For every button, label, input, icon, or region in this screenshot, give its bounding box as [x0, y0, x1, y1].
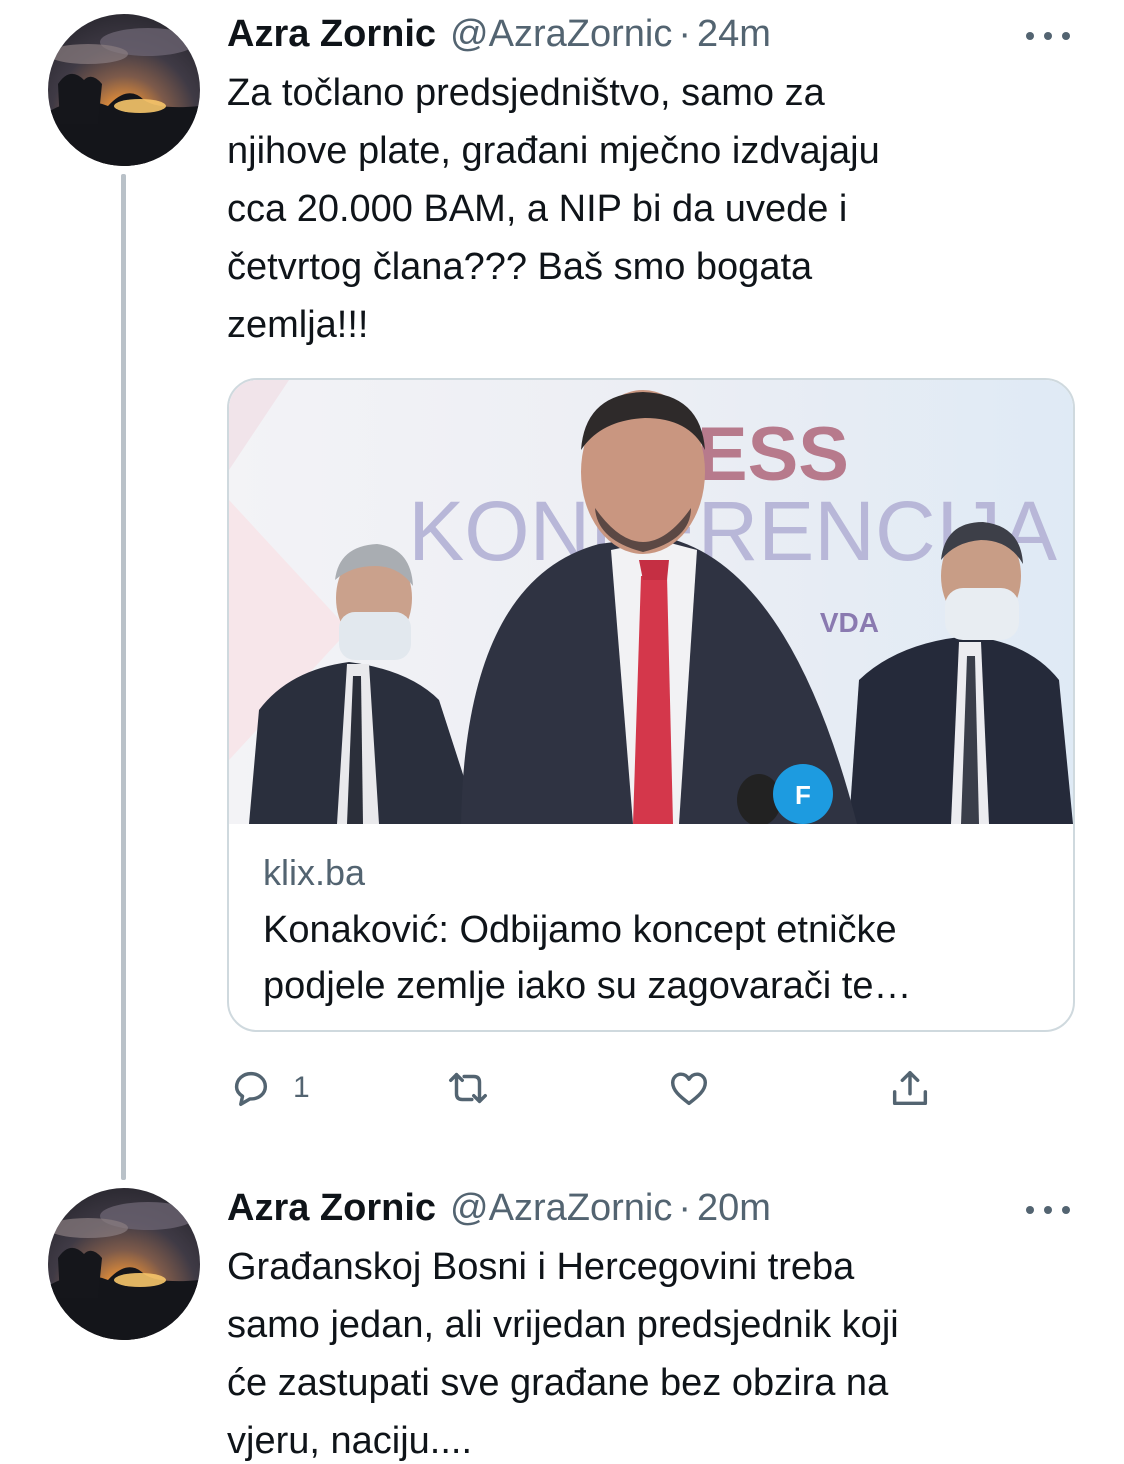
link-domain: klix.ba: [263, 852, 366, 893]
retweet-icon: [443, 1065, 493, 1111]
more-options-icon[interactable]: [1026, 26, 1070, 46]
tweet[interactable]: Azra Zornic @AzraZornic · 20m Građanskoj…: [0, 1180, 1124, 1464]
comment-icon: [227, 1065, 273, 1111]
author-avatar[interactable]: [48, 14, 200, 166]
author-display-name[interactable]: Azra Zornic: [227, 1187, 436, 1230]
share-icon: [887, 1065, 933, 1111]
tweet-timestamp[interactable]: 20m: [697, 1187, 771, 1230]
thread-connector-line: [121, 174, 126, 1180]
reply-count: 1: [293, 1071, 310, 1104]
tweet-text: Građanskoj Bosni i Hercegovini treba sam…: [227, 1246, 899, 1462]
tweet[interactable]: Azra Zornic @AzraZornic · 24m Za točlano…: [0, 0, 1124, 1180]
author-avatar[interactable]: [48, 1188, 200, 1340]
retweet-button[interactable]: [443, 1060, 493, 1116]
heart-icon: [665, 1065, 713, 1111]
separator-dot: ·: [678, 12, 691, 55]
tweet-header: Azra Zornic @AzraZornic · 20m: [227, 1182, 771, 1234]
author-display-name[interactable]: Azra Zornic: [227, 13, 436, 56]
svg-text:F: F: [795, 780, 811, 810]
author-handle[interactable]: @AzraZornic: [450, 13, 672, 56]
tweet-timestamp[interactable]: 24m: [697, 13, 771, 56]
link-preview-card[interactable]: RESS KONFERENCIJA VDA F klix.ba Konakovi…: [227, 378, 1075, 1032]
more-options-icon[interactable]: [1026, 1200, 1070, 1220]
like-button[interactable]: [665, 1060, 713, 1116]
tweet-text: Za točlano predsjedništvo, samo za njiho…: [227, 72, 880, 346]
separator-dot: ·: [678, 1186, 691, 1229]
link-title: Konaković: Odbijamo koncept etničke podj…: [263, 909, 912, 1007]
tweet-actions: 1: [227, 1060, 987, 1116]
link-preview-image: RESS KONFERENCIJA VDA F: [229, 380, 1073, 824]
author-handle[interactable]: @AzraZornic: [450, 1187, 672, 1230]
backdrop-text-vda: VDA: [820, 607, 879, 638]
tweet-header: Azra Zornic @AzraZornic · 24m: [227, 8, 771, 60]
link-preview-body: klix.ba Konaković: Odbijamo koncept etni…: [263, 846, 1053, 1014]
reply-button[interactable]: 1: [227, 1060, 310, 1116]
share-button[interactable]: [887, 1060, 933, 1116]
